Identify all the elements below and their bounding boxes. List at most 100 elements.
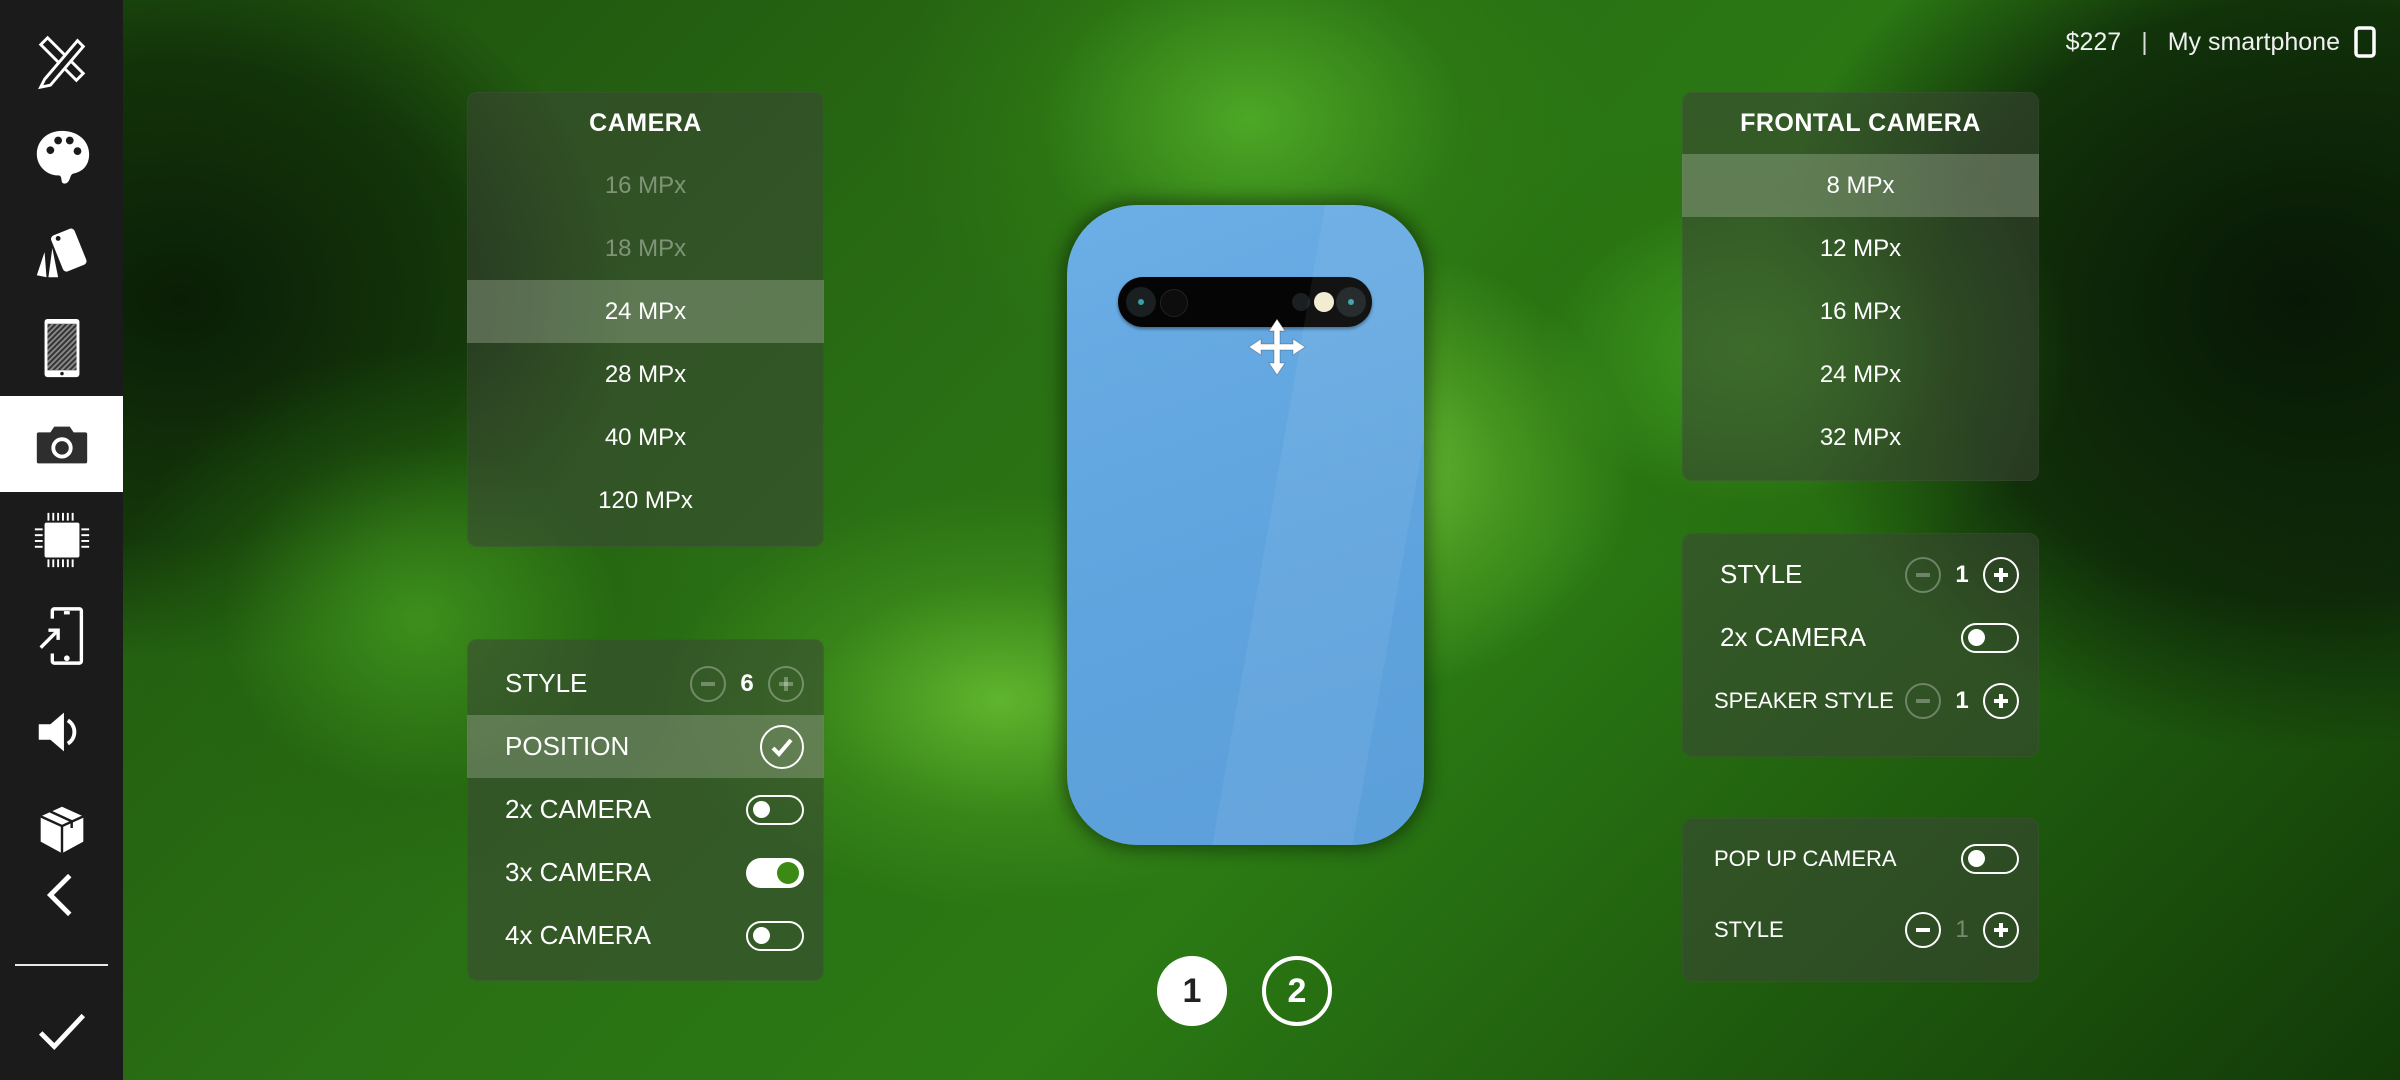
camera-option[interactable]: 16 MPx (467, 154, 824, 217)
phone-name-label: My smartphone (2167, 27, 2340, 56)
ruler-pencil-icon (37, 35, 85, 90)
frontal-style-stepper: 1 (1905, 556, 2019, 593)
frontal-option-selected[interactable]: 8 MPx (1682, 154, 2039, 217)
minus-icon (1916, 572, 1930, 577)
sidebar-back-button[interactable] (0, 850, 123, 940)
camera-3x-row: 3x CAMERA (467, 841, 824, 904)
plus-icon (1994, 923, 2008, 937)
popup-style-stepper: 1 (1905, 912, 2019, 948)
popup-camera-label: POP UP CAMERA (1714, 846, 1897, 871)
sidebar (0, 0, 123, 1080)
popup-style-decrement-button[interactable] (1905, 912, 1941, 948)
move-arrows-icon[interactable] (1247, 317, 1307, 377)
speaker-style-row: SPEAKER STYLE 1 (1682, 669, 2039, 732)
camera-4x-label: 4x CAMERA (505, 920, 651, 950)
sensor (1160, 289, 1188, 317)
sidebar-item-ports[interactable] (0, 588, 123, 684)
style-decrement-button[interactable] (690, 665, 726, 702)
header-separator: | (2141, 27, 2148, 56)
popup-style-value: 1 (1955, 916, 1969, 943)
camera-lens (1292, 293, 1310, 311)
frontal-panel-title: FRONTAL CAMERA (1740, 108, 1981, 137)
popup-style-row: STYLE 1 (1682, 890, 2039, 970)
camera-option[interactable]: 40 MPx (467, 406, 824, 469)
sidebar-item-sound[interactable] (0, 684, 123, 780)
rear-camera-module[interactable] (1118, 277, 1372, 327)
camera-4x-toggle[interactable] (746, 920, 804, 951)
frontal-2x-label: 2x CAMERA (1720, 622, 1866, 652)
frontal-option[interactable]: 24 MPx (1682, 343, 2039, 406)
sidebar-item-camera[interactable] (0, 396, 123, 492)
confirm-button[interactable] (0, 986, 123, 1076)
frontal-style-label: STYLE (1720, 559, 1803, 589)
plus-icon (779, 676, 793, 691)
camera-3x-toggle[interactable] (746, 857, 804, 888)
smartphone-outline-icon (2354, 26, 2376, 58)
minus-icon (1916, 698, 1930, 703)
page-1-button[interactable]: 1 (1157, 956, 1227, 1026)
speaker-style-value: 1 (1955, 686, 1969, 714)
plus-icon (1994, 693, 2008, 708)
camera-option[interactable]: 120 MPx (467, 469, 824, 532)
camera-2x-label: 2x CAMERA (505, 794, 651, 824)
chevron-left-icon (46, 873, 71, 917)
checkmark-icon (38, 1013, 85, 1050)
phone-arrow-icon (38, 607, 83, 665)
swatches-icon (36, 228, 87, 278)
frontal-style-value: 1 (1955, 560, 1969, 588)
style-increment-button[interactable] (768, 665, 804, 702)
lens-glint (1138, 299, 1144, 305)
sidebar-item-processor[interactable] (0, 492, 123, 588)
price-label: $227 (2065, 27, 2122, 56)
frontal-settings-panel: STYLE 1 2x CAMERA SPEAKER STYLE 1 (1682, 533, 2039, 757)
popup-style-increment-button[interactable] (1983, 912, 2019, 948)
phone-screen-icon (44, 318, 79, 378)
checkmark-icon (771, 738, 793, 757)
phone-preview[interactable] (1067, 205, 1424, 845)
chip-icon (34, 512, 89, 568)
frontal-option[interactable]: 32 MPx (1682, 406, 2039, 469)
camera-option-selected[interactable]: 24 MPx (467, 280, 824, 343)
camera-settings-panel: STYLE 6 POSITION 2x CAMERA 3x CAMERA 4x … (467, 639, 824, 981)
flash (1314, 292, 1334, 312)
speaker-style-increment-button[interactable] (1983, 682, 2019, 719)
speaker-style-decrement-button[interactable] (1905, 682, 1941, 719)
frontal-style-row: STYLE 1 (1682, 543, 2039, 606)
camera-3x-label: 3x CAMERA (505, 857, 651, 887)
sidebar-item-materials[interactable] (0, 204, 123, 300)
camera-2x-toggle[interactable] (746, 794, 804, 825)
camera-style-stepper: 6 (690, 665, 804, 702)
camera-style-row: STYLE 6 (467, 652, 824, 715)
frontal-2x-row: 2x CAMERA (1682, 606, 2039, 669)
lens-glint (1348, 299, 1354, 305)
frontal-option[interactable]: 16 MPx (1682, 280, 2039, 343)
palette-icon (36, 130, 89, 184)
popup-camera-toggle[interactable] (1961, 844, 2019, 874)
camera-option[interactable]: 28 MPx (467, 343, 824, 406)
camera-lens (1336, 287, 1366, 317)
speaker-icon (38, 712, 76, 752)
speaker-style-stepper: 1 (1905, 682, 2019, 719)
frontal-style-increment-button[interactable] (1983, 556, 2019, 593)
frontal-style-decrement-button[interactable] (1905, 556, 1941, 593)
sidebar-item-colors[interactable] (0, 108, 123, 204)
frontal-camera-panel: FRONTAL CAMERA 8 MPx 12 MPx 16 MPx 24 MP… (1682, 92, 2039, 481)
minus-icon (701, 681, 715, 686)
camera-position-row[interactable]: POSITION (467, 715, 824, 778)
minus-icon (1916, 928, 1930, 932)
camera-panel-title: CAMERA (589, 108, 702, 137)
frontal-option[interactable]: 12 MPx (1682, 217, 2039, 280)
popup-camera-row: POP UP CAMERA (1682, 828, 2039, 890)
frontal-2x-toggle[interactable] (1961, 622, 2019, 653)
position-check-button[interactable] (760, 724, 804, 769)
camera-2x-row: 2x CAMERA (467, 778, 824, 841)
camera-4x-row: 4x CAMERA (467, 904, 824, 967)
popup-style-label: STYLE (1714, 917, 1784, 942)
page-2-button[interactable]: 2 (1262, 956, 1332, 1026)
plus-icon (1994, 567, 2008, 582)
sidebar-item-display[interactable] (0, 300, 123, 396)
camera-style-value: 6 (740, 669, 754, 697)
sidebar-item-design-tools[interactable] (0, 12, 123, 108)
camera-icon (36, 426, 87, 464)
camera-option[interactable]: 18 MPx (467, 217, 824, 280)
